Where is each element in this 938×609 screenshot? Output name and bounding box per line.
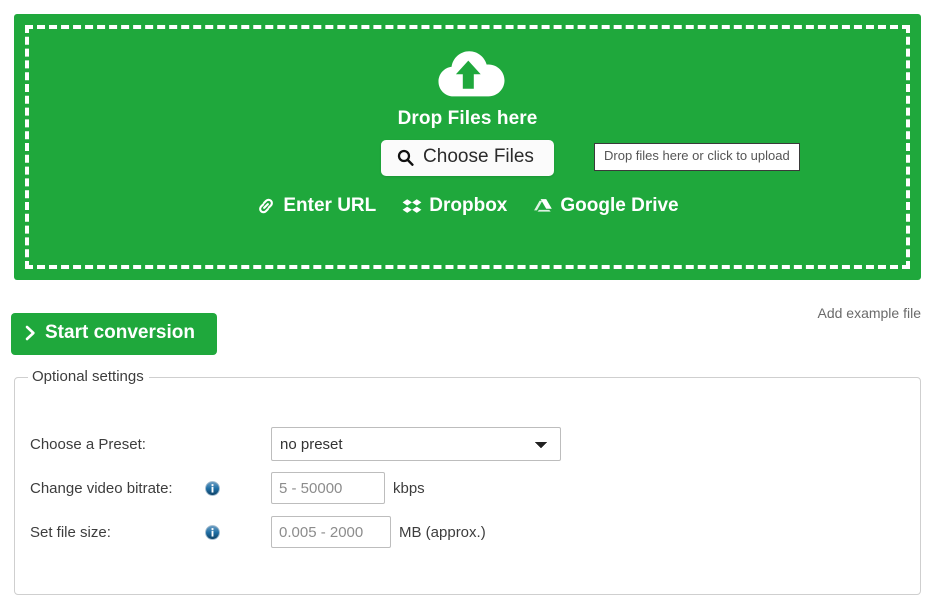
cloud-upload-icon: [429, 42, 507, 102]
choose-files-label: Choose Files: [423, 147, 534, 168]
filesize-label: Set file size:: [30, 524, 205, 541]
google-drive-link[interactable]: Google Drive: [533, 195, 678, 217]
start-conversion-label: Start conversion: [45, 323, 195, 344]
preset-label: Choose a Preset:: [30, 436, 205, 453]
enter-url-label: Enter URL: [283, 195, 376, 217]
bitrate-info-slot: [205, 481, 233, 496]
dropbox-link[interactable]: Dropbox: [402, 195, 507, 217]
filesize-unit: MB (approx.): [399, 524, 486, 541]
action-row: Start conversion Add example file: [0, 292, 938, 354]
dropbox-icon: [402, 196, 422, 216]
filesize-row: Set file size: MB (approx.): [15, 510, 920, 554]
bitrate-unit: kbps: [393, 480, 425, 497]
filesize-info-slot: [205, 525, 233, 540]
bitrate-label: Change video bitrate:: [30, 480, 205, 497]
google-drive-label: Google Drive: [560, 195, 678, 217]
preset-select[interactable]: no preset: [271, 427, 561, 461]
dropbox-label: Dropbox: [429, 195, 507, 217]
info-icon[interactable]: [205, 481, 220, 496]
start-conversion-button[interactable]: Start conversion: [11, 313, 217, 355]
chevron-right-icon: [25, 325, 36, 341]
google-drive-icon: [533, 196, 553, 216]
add-example-file-link[interactable]: Add example file: [817, 305, 921, 321]
info-icon[interactable]: [205, 525, 220, 540]
bitrate-input[interactable]: [271, 472, 385, 504]
bitrate-row: Change video bitrate:: [15, 466, 920, 510]
optional-settings-panel: Optional settings Choose a Preset: no pr…: [14, 377, 921, 595]
upload-source-links: Enter URL Dropbox: [256, 195, 678, 217]
enter-url-link[interactable]: Enter URL: [256, 195, 376, 217]
filesize-input[interactable]: [271, 516, 391, 548]
upload-dropzone[interactable]: Drop Files here Choose Files Drop files …: [14, 14, 921, 280]
search-icon: [397, 149, 414, 166]
link-icon: [256, 196, 276, 216]
dropzone-title: Drop Files here: [398, 108, 538, 130]
optional-settings-legend: Optional settings: [28, 368, 149, 385]
preset-row: Choose a Preset: no preset: [15, 422, 920, 466]
choose-files-button[interactable]: Choose Files: [381, 140, 554, 176]
upload-tooltip: Drop files here or click to upload: [594, 143, 800, 171]
